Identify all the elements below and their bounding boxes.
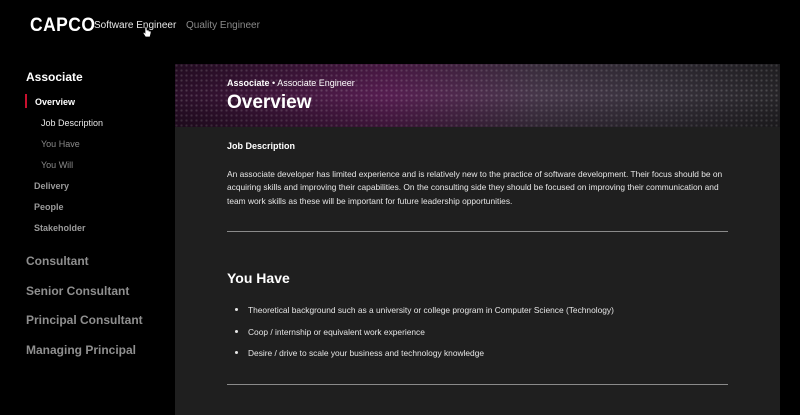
list-item: Theoretical background such as a univers… <box>235 305 614 327</box>
section-divider <box>227 231 728 232</box>
sidebar-item-stakeholder[interactable]: Stakeholder <box>34 223 86 233</box>
you-have-heading: You Have <box>227 270 290 286</box>
capco-logo[interactable]: CAPCO <box>30 15 95 37</box>
breadcrumb-level: Associate <box>227 78 270 88</box>
top-nav: CAPCO Software Engineer Quality Engineer <box>0 0 800 50</box>
sidebar-section-associate[interactable]: Associate <box>26 70 83 84</box>
sidebar-item-people[interactable]: People <box>34 202 64 212</box>
hero-banner: Associate • Associate Engineer Overview <box>175 64 780 127</box>
breadcrumb: Associate • Associate Engineer <box>227 78 355 88</box>
sidebar: Associate Overview Job Description You H… <box>0 64 175 415</box>
tab-software-engineer[interactable]: Software Engineer <box>94 20 176 31</box>
active-indicator <box>25 94 27 108</box>
main-content: Associate • Associate Engineer Overview … <box>175 64 780 415</box>
you-have-list: Theoretical background such as a univers… <box>235 305 614 370</box>
sidebar-item-you-will[interactable]: You Will <box>41 160 73 170</box>
section-divider <box>227 384 728 385</box>
sidebar-item-job-description[interactable]: Job Description <box>41 118 103 128</box>
sidebar-level-managing-principal[interactable]: Managing Principal <box>26 343 136 357</box>
sidebar-item-delivery[interactable]: Delivery <box>34 181 69 191</box>
job-description-heading: Job Description <box>227 141 296 151</box>
sidebar-level-consultant[interactable]: Consultant <box>26 254 89 268</box>
hand-pointer-icon <box>142 26 152 38</box>
breadcrumb-role: Associate Engineer <box>277 78 355 88</box>
tab-quality-engineer[interactable]: Quality Engineer <box>186 20 260 31</box>
sidebar-item-you-have[interactable]: You Have <box>41 139 80 149</box>
list-item: Desire / drive to scale your business an… <box>235 348 614 370</box>
sidebar-level-senior-consultant[interactable]: Senior Consultant <box>26 284 129 298</box>
list-item: Coop / internship or equivalent work exp… <box>235 327 614 349</box>
sidebar-level-principal-consultant[interactable]: Principal Consultant <box>26 313 143 327</box>
sidebar-item-overview[interactable]: Overview <box>35 97 75 107</box>
job-description-body: An associate developer has limited exper… <box>227 169 723 206</box>
page-title: Overview <box>227 92 312 113</box>
